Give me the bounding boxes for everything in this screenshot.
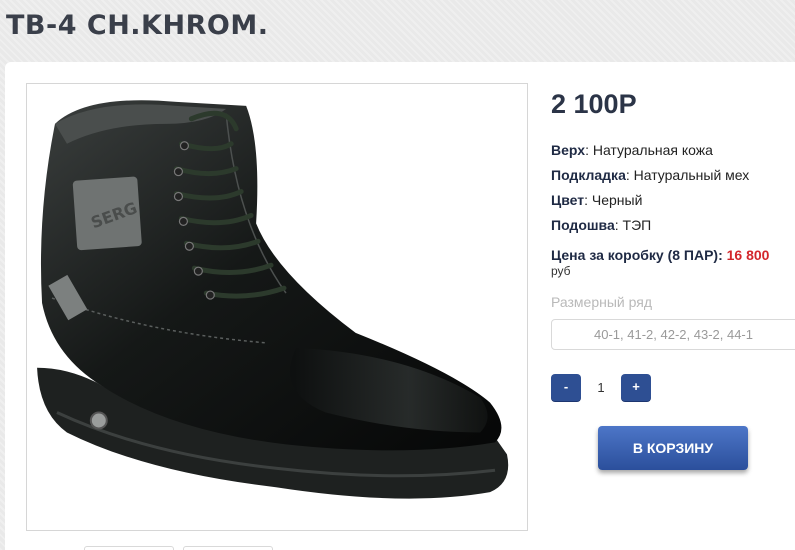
size-range-label: Размерный ряд bbox=[551, 294, 653, 310]
box-price-label: Цена за коробку (8 ПАР): bbox=[551, 247, 723, 263]
spec-value: Натуральная кожа bbox=[592, 142, 713, 158]
spec-value: Натуральный мех bbox=[633, 167, 750, 183]
spec-label: Цвет bbox=[551, 192, 585, 208]
quantity-plus-button[interactable]: + bbox=[621, 374, 651, 401]
boot-illustration: SERG bbox=[37, 100, 509, 499]
spec-lining: Подкладка: Натуральный мех bbox=[551, 167, 750, 183]
spec-label: Подкладка bbox=[551, 167, 626, 183]
product-price: 2 100Р bbox=[551, 89, 637, 119]
product-image[interactable]: SERG bbox=[26, 83, 528, 531]
box-price-value: 16 800 bbox=[726, 247, 770, 263]
quantity-minus-button[interactable]: - bbox=[551, 374, 581, 401]
spec-label: Верх bbox=[551, 142, 586, 158]
thumbnail-2[interactable] bbox=[183, 546, 273, 550]
thumbnail-1[interactable] bbox=[84, 546, 174, 550]
page-title: TB-4 CH.KHROM. bbox=[6, 10, 269, 41]
size-range-select[interactable]: 40-1, 41-2, 42-2, 43-2, 44-1 bbox=[551, 319, 795, 350]
add-to-cart-button[interactable]: В КОРЗИНУ bbox=[598, 426, 748, 470]
spec-sole: Подошва: ТЭП bbox=[551, 217, 652, 233]
spec-label: Подошва bbox=[551, 217, 615, 233]
spec-color: Цвет: Черный bbox=[551, 192, 643, 208]
quantity-input[interactable]: 1 bbox=[581, 374, 621, 401]
spec-value: Черный bbox=[591, 192, 643, 208]
spec-value: ТЭП bbox=[622, 217, 652, 233]
box-price: Цена за коробку (8 ПАР): 16 800 bbox=[551, 247, 769, 263]
box-price-unit: руб bbox=[551, 264, 571, 278]
spec-upper: Верх: Натуральная кожа bbox=[551, 142, 713, 158]
